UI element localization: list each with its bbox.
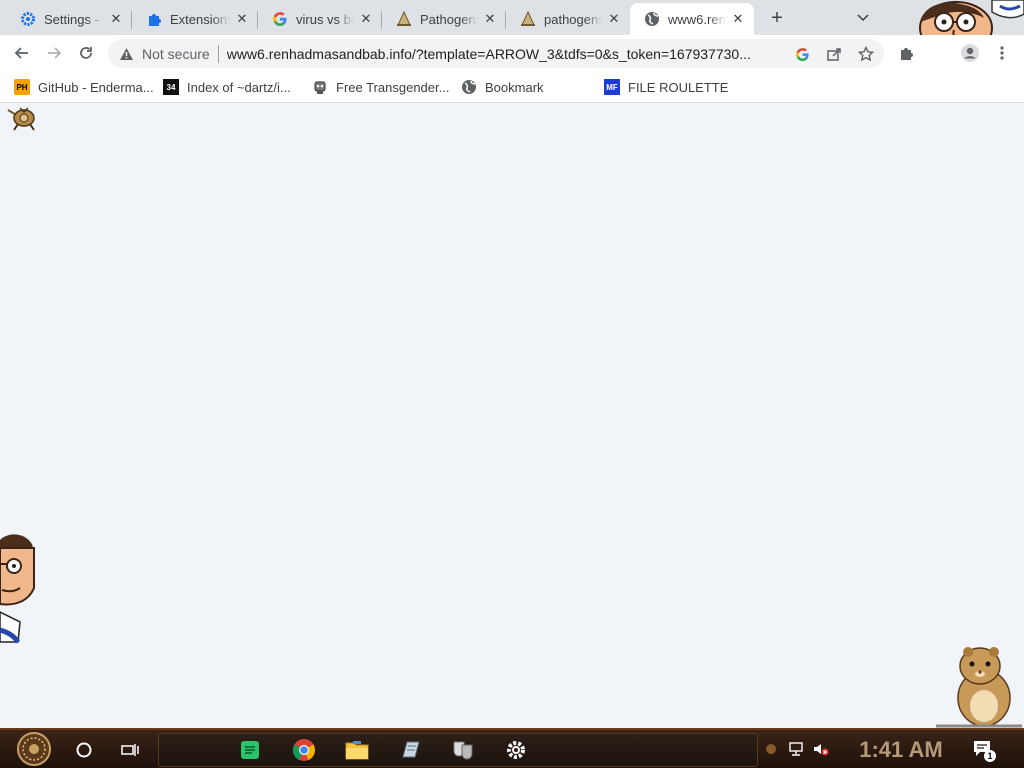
taskbar-file-explorer[interactable] xyxy=(341,734,373,766)
hamster-sticker xyxy=(936,644,1022,728)
taskbar-chrome[interactable] xyxy=(288,734,320,766)
tab-www6-active[interactable]: www6.renh ✕ xyxy=(630,3,754,35)
cartoon-man-sticker xyxy=(0,534,40,654)
green-notes-icon xyxy=(241,741,259,759)
close-icon[interactable]: ✕ xyxy=(730,11,746,27)
bookmark-label: FILE ROULETTE xyxy=(628,79,729,95)
bookmark-github[interactable]: PH GitHub - Enderma... xyxy=(14,77,154,97)
task-view-icon xyxy=(121,744,139,756)
browser-toolbar: Not secure www6.renhadmasandbab.info/?te… xyxy=(0,35,1024,71)
notification-center-button[interactable]: 1 xyxy=(972,738,996,762)
bookmark-index-dartz[interactable]: 34 Index of ~dartz/i... xyxy=(163,77,291,97)
ph-icon: PH xyxy=(14,79,30,95)
taskbar-clock[interactable]: 1:41 AM xyxy=(846,734,956,766)
security-status-label[interactable]: Not secure xyxy=(142,46,210,62)
tab-title: www6.renh xyxy=(668,11,726,27)
url-text[interactable]: www6.renhadmasandbab.info/?template=ARRO… xyxy=(227,46,779,62)
google-lens-icon[interactable] xyxy=(792,44,812,64)
kebab-menu-icon xyxy=(1000,46,1004,60)
new-tab-button[interactable]: + xyxy=(766,7,788,29)
cortana-button[interactable] xyxy=(68,734,100,766)
bookmark-star-icon[interactable] xyxy=(856,44,876,64)
omnibox-divider xyxy=(217,44,219,63)
back-button[interactable] xyxy=(8,39,36,67)
folder-icon xyxy=(345,741,369,760)
cortana-circle-icon xyxy=(76,742,92,758)
puzzle-icon xyxy=(901,48,913,60)
menu-button[interactable] xyxy=(988,39,1016,67)
avatar-icon xyxy=(961,44,979,62)
taskbar-notebook-app[interactable] xyxy=(394,734,426,766)
bookmark-globe-site[interactable]: Bookmark xyxy=(461,77,544,97)
back-arrow-icon xyxy=(14,47,28,59)
google-icon xyxy=(272,11,288,27)
tab-search-chevron-icon[interactable] xyxy=(852,7,874,29)
taskbar-settings[interactable] xyxy=(500,734,532,766)
bookmark-label: GitHub - Enderma... xyxy=(38,79,154,95)
tab-title: Settings - xyxy=(44,11,99,27)
puzzle-icon xyxy=(146,11,162,27)
settings-gear-icon xyxy=(507,741,525,759)
bookmark-label: Index of ~dartz/i... xyxy=(187,79,291,95)
globe-icon xyxy=(461,79,477,95)
taskbar-decorative-gear xyxy=(766,744,776,754)
network-icon[interactable] xyxy=(788,740,806,758)
notification-count-badge: 1 xyxy=(984,750,996,762)
chrome-icon xyxy=(292,739,315,761)
close-icon[interactable]: ✕ xyxy=(358,11,374,27)
close-icon[interactable]: ✕ xyxy=(482,11,498,27)
grid-icon: 34 xyxy=(163,79,179,95)
profile-button[interactable] xyxy=(956,39,984,67)
flying-character-sticker xyxy=(6,104,38,132)
tab-settings[interactable]: Settings - ✕ xyxy=(6,3,132,35)
tab-title: Extensions xyxy=(170,11,230,27)
taskbar-theater-app[interactable] xyxy=(447,734,479,766)
bookmark-file-roulette[interactable]: MF FILE ROULETTE xyxy=(604,77,728,97)
robot-icon xyxy=(312,79,328,95)
taskbar-notes-app[interactable] xyxy=(234,734,266,766)
pyramid-icon xyxy=(396,11,412,27)
share-icon[interactable] xyxy=(824,44,844,64)
notebook-icon xyxy=(402,741,420,758)
start-button[interactable] xyxy=(14,731,54,767)
forward-arrow-icon xyxy=(48,47,62,59)
forward-button[interactable] xyxy=(40,39,68,67)
mf-icon: MF xyxy=(604,79,620,95)
gear-icon xyxy=(20,11,36,27)
tab-virus-vs-bo[interactable]: virus vs bo ✕ xyxy=(258,3,382,35)
volume-muted-icon[interactable] xyxy=(812,740,830,758)
tab-extensions[interactable]: Extensions ✕ xyxy=(132,3,258,35)
steampunk-start-orb-icon xyxy=(17,732,51,766)
reload-button[interactable] xyxy=(72,39,100,67)
tab-strip: Settings - ✕ Extensions ✕ virus vs bo ✕ … xyxy=(0,0,1024,55)
bookmark-free-transgender[interactable]: Free Transgender... xyxy=(312,77,449,97)
globe-icon xyxy=(644,11,660,27)
warning-icon[interactable] xyxy=(118,46,134,62)
close-icon[interactable]: ✕ xyxy=(108,11,124,27)
web-page-content xyxy=(0,104,1024,728)
address-bar[interactable]: Not secure www6.renhadmasandbab.info/?te… xyxy=(108,39,884,68)
tab-title: pathogens xyxy=(544,11,602,27)
pyramid-icon xyxy=(520,11,536,27)
task-view-button[interactable] xyxy=(114,734,146,766)
tab-pathogens-2[interactable]: pathogens ✕ xyxy=(506,3,630,35)
extensions-button[interactable] xyxy=(892,39,920,67)
theater-masks-icon xyxy=(453,741,473,760)
bookmarks-bar: PH GitHub - Enderma... 34 Index of ~dart… xyxy=(0,71,1024,103)
tab-pathogens[interactable]: Pathogens ✕ xyxy=(382,3,506,35)
bookmark-label: Free Transgender... xyxy=(336,79,450,95)
windows-taskbar: 1:41 AM 1 xyxy=(0,728,1024,768)
close-icon[interactable]: ✕ xyxy=(606,11,622,27)
reload-icon xyxy=(80,47,92,59)
tab-title: virus vs bo xyxy=(296,11,354,27)
tab-title: Pathogens xyxy=(420,11,478,27)
close-icon[interactable]: ✕ xyxy=(234,11,250,27)
bookmark-label: Bookmark xyxy=(485,79,544,95)
